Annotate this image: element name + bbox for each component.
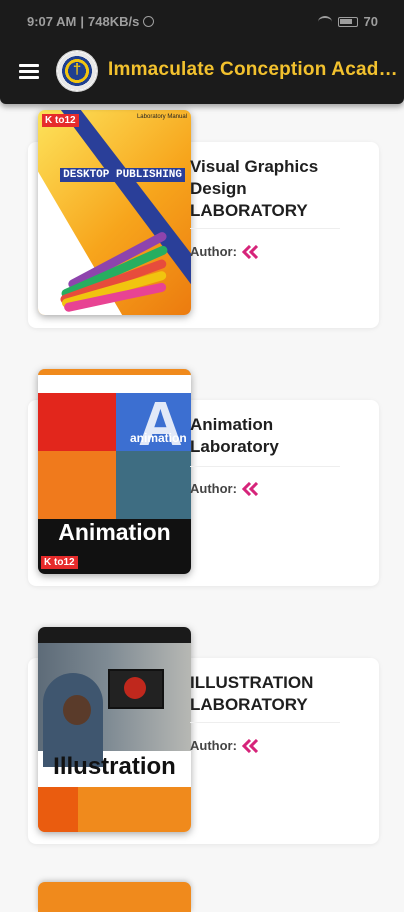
divider bbox=[190, 466, 340, 467]
book-cover-image[interactable]: Illustration bbox=[38, 627, 191, 832]
cover-series: Laboratory Manual bbox=[136, 114, 187, 120]
divider bbox=[190, 228, 340, 229]
author-label: Author: bbox=[190, 244, 237, 259]
book-cover-image[interactable]: A animation Animation K to12 bbox=[38, 369, 191, 574]
cover-word: animation bbox=[130, 431, 187, 445]
status-separator: | bbox=[80, 14, 85, 29]
book-author: Author: bbox=[190, 738, 260, 753]
hamburger-icon[interactable] bbox=[19, 64, 39, 79]
author-logo-icon bbox=[241, 244, 258, 259]
cover-badge: K to12 bbox=[41, 556, 78, 569]
divider bbox=[190, 722, 340, 723]
status-network-speed: 748KB/s bbox=[88, 14, 140, 29]
book-cover-image[interactable] bbox=[38, 882, 191, 912]
cover-heading: Illustration bbox=[53, 753, 176, 780]
cover-heading: Animation bbox=[58, 519, 171, 545]
app-bar: Immaculate Conception Academy bbox=[0, 42, 404, 100]
author-logo-icon bbox=[241, 738, 258, 753]
book-title[interactable]: ILLUSTRATION LABORATORY bbox=[190, 672, 345, 716]
cover-badge: K to12 bbox=[42, 114, 79, 127]
app-title: Immaculate Conception Academy bbox=[108, 59, 400, 80]
cover-heading: DESKTOP PUBLISHING bbox=[60, 168, 185, 182]
book-author: Author: bbox=[190, 244, 260, 259]
status-time: 9:07 AM bbox=[27, 14, 77, 29]
alarm-icon bbox=[143, 16, 155, 27]
wifi-icon bbox=[317, 15, 332, 28]
school-seal-logo bbox=[57, 51, 97, 91]
author-logo-icon bbox=[241, 481, 258, 496]
author-label: Author: bbox=[190, 481, 237, 496]
battery-icon bbox=[337, 16, 358, 27]
book-cover-image[interactable]: K to12 Laboratory Manual DESKTOP PUBLISH… bbox=[38, 110, 191, 315]
author-label: Author: bbox=[190, 738, 237, 753]
book-title[interactable]: Animation Laboratory bbox=[190, 414, 345, 458]
book-title[interactable]: Visual Graphics Design LABORATORY bbox=[190, 156, 345, 222]
book-author: Author: bbox=[190, 481, 260, 496]
battery-level: 70 bbox=[363, 14, 378, 29]
top-app-bar: 9:07 AM | 748KB/s 70 Immaculate Concepti… bbox=[0, 0, 404, 104]
status-bar: 9:07 AM | 748KB/s 70 bbox=[0, 0, 404, 42]
